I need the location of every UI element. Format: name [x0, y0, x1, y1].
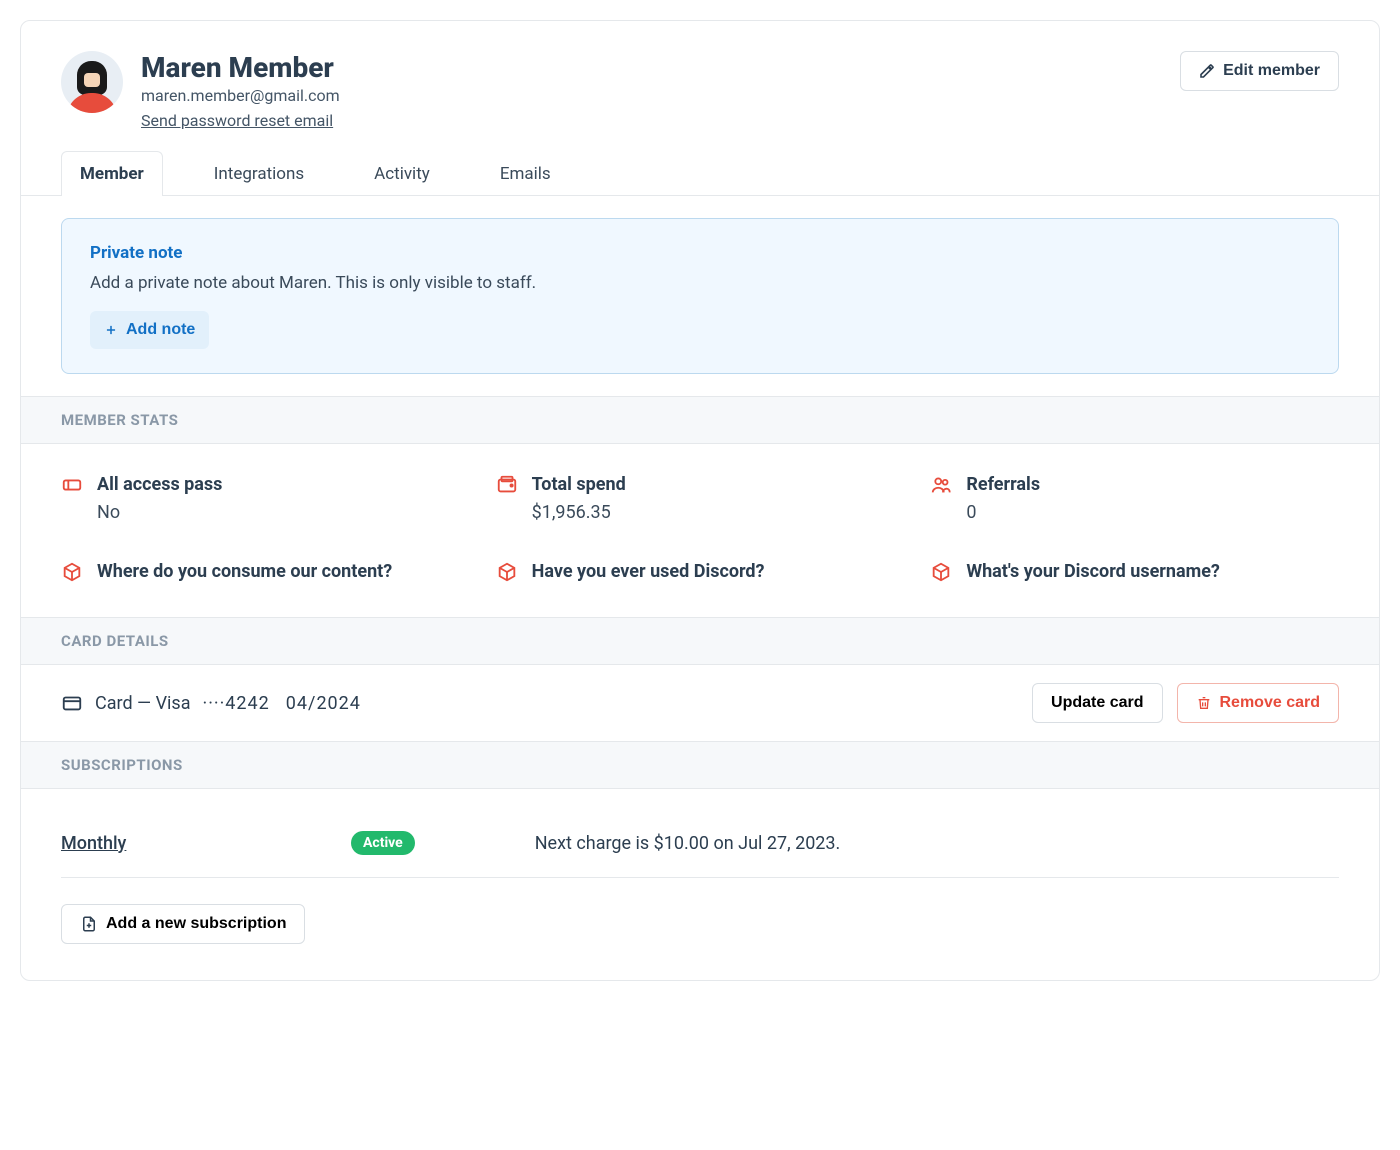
box-icon [496, 561, 518, 583]
add-note-label: Add note [126, 321, 195, 339]
update-card-label: Update card [1051, 694, 1143, 712]
stat-used-discord: Have you ever used Discord? [496, 559, 905, 585]
stat-label: Referrals [966, 472, 1040, 498]
stat-label: All access pass [97, 472, 222, 498]
stat-label: Total spend [532, 472, 626, 498]
plus-icon [104, 323, 118, 337]
profile-block: Maren Member maren.member@gmail.com Send… [61, 51, 340, 130]
stat-label: Have you ever used Discord? [532, 559, 765, 585]
stat-access-pass: All access pass No [61, 472, 470, 523]
private-note-box: Private note Add a private note about Ma… [61, 218, 1339, 374]
member-name: Maren Member [141, 51, 340, 84]
ticket-icon [61, 474, 83, 496]
stat-value: No [97, 502, 222, 523]
card-row: Card — Visa ····4242 04/2024 Update card… [21, 665, 1379, 741]
wallet-icon [496, 474, 518, 496]
card-brand-text: Card — Visa [95, 693, 191, 714]
trash-icon [1196, 695, 1212, 711]
stat-value: 0 [966, 502, 1040, 523]
subscription-next-charge: Next charge is $10.00 on Jul 27, 2023. [535, 833, 841, 854]
add-file-icon [80, 915, 98, 933]
card-expiry: 04/2024 [286, 693, 361, 714]
stat-label: Where do you consume our content? [97, 559, 392, 585]
private-note-description: Add a private note about Maren. This is … [90, 273, 1310, 293]
stat-referrals: Referrals 0 [930, 472, 1339, 523]
stat-value: $1,956.35 [532, 502, 626, 523]
tab-activity[interactable]: Activity [355, 151, 449, 196]
avatar [61, 51, 123, 113]
stat-label: What's your Discord username? [966, 559, 1220, 585]
stat-consume-content: Where do you consume our content? [61, 559, 470, 585]
remove-card-label: Remove card [1220, 694, 1321, 712]
status-badge: Active [351, 831, 415, 855]
section-subscriptions: SUBSCRIPTIONS [21, 741, 1379, 789]
tab-emails[interactable]: Emails [481, 151, 570, 196]
add-note-button[interactable]: Add note [90, 311, 209, 349]
section-member-stats: MEMBER STATS [21, 396, 1379, 444]
add-subscription-button[interactable]: Add a new subscription [61, 904, 305, 944]
stats-grid: All access pass No Total spend $1,956.35… [21, 444, 1379, 617]
card-info: Card — Visa ····4242 04/2024 [61, 692, 361, 714]
stat-total-spend: Total spend $1,956.35 [496, 472, 905, 523]
header: Maren Member maren.member@gmail.com Send… [21, 21, 1379, 130]
card-last4: ····4242 [203, 693, 270, 714]
add-subscription-label: Add a new subscription [106, 915, 286, 933]
tab-member[interactable]: Member [61, 151, 163, 196]
section-card-details: CARD DETAILS [21, 617, 1379, 665]
subscription-name-link[interactable]: Monthly [61, 833, 311, 854]
tab-integrations[interactable]: Integrations [195, 151, 323, 196]
password-reset-link[interactable]: Send password reset email [141, 111, 333, 130]
credit-card-icon [61, 692, 83, 714]
member-email: maren.member@gmail.com [141, 86, 340, 105]
update-card-button[interactable]: Update card [1032, 683, 1162, 723]
subscription-row: Monthly Active Next charge is $10.00 on … [61, 809, 1339, 878]
users-icon [930, 474, 952, 496]
pencil-icon [1199, 63, 1215, 79]
member-detail-card: Maren Member maren.member@gmail.com Send… [20, 20, 1380, 981]
edit-member-button[interactable]: Edit member [1180, 51, 1339, 91]
box-icon [930, 561, 952, 583]
tabs: Member Integrations Activity Emails [21, 130, 1379, 196]
stat-discord-username: What's your Discord username? [930, 559, 1339, 585]
edit-member-label: Edit member [1223, 62, 1320, 80]
remove-card-button[interactable]: Remove card [1177, 683, 1340, 723]
private-note-title: Private note [90, 243, 1310, 263]
box-icon [61, 561, 83, 583]
